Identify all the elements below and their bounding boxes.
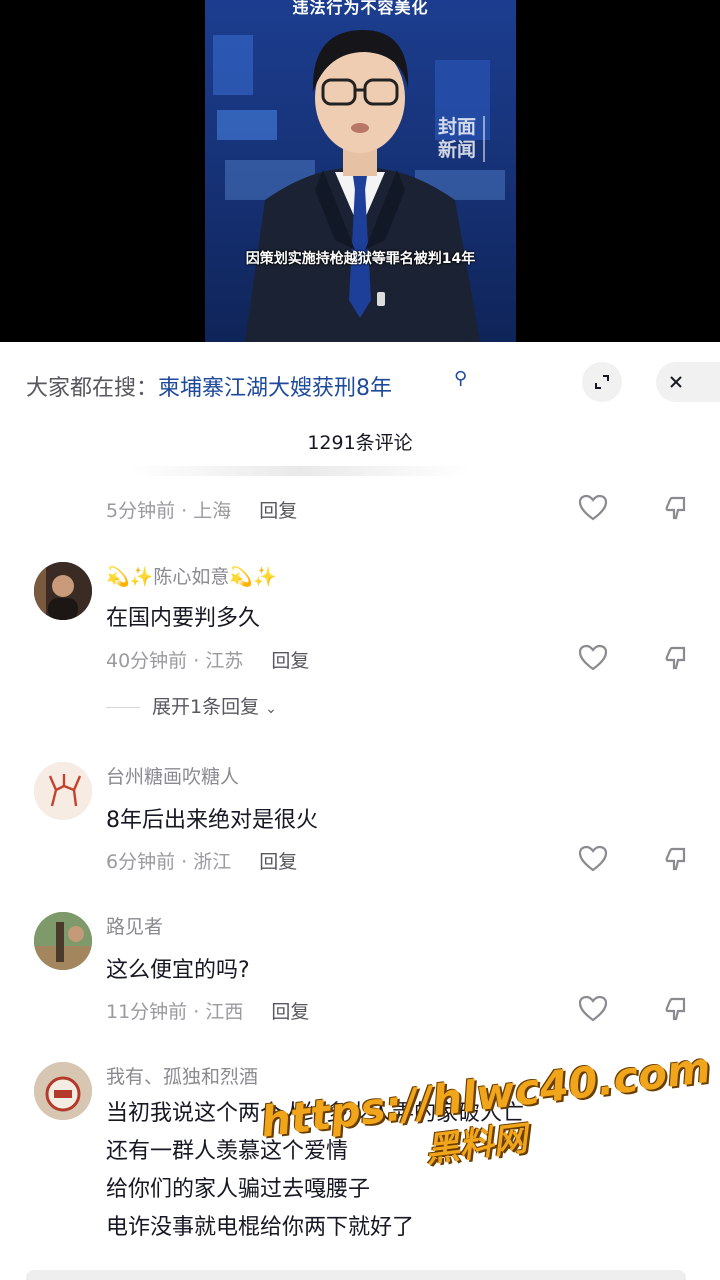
comment-meta: 40分钟前 · 江苏 回复 xyxy=(106,650,310,672)
comment-location: 江西 xyxy=(205,1001,244,1023)
like-heart-icon[interactable] xyxy=(578,845,608,873)
like-heart-icon[interactable] xyxy=(578,494,608,522)
reply-button[interactable]: 回复 xyxy=(271,650,309,672)
video-caption-bottom: 因策划实施持枪越狱等罪名被判14年 xyxy=(245,251,476,267)
comment-text: 在国内要判多久 xyxy=(106,606,261,631)
comment-time: 5分钟前 xyxy=(106,500,176,522)
trending-search-prefix: 大家都在搜： xyxy=(26,376,159,401)
avatar-image xyxy=(34,912,92,970)
like-heart-icon[interactable] xyxy=(578,644,608,672)
avatar[interactable] xyxy=(34,1062,92,1120)
trending-search-query[interactable]: 柬埔寨江湖大嫂获刑8年 xyxy=(158,376,392,401)
like-heart-icon[interactable] xyxy=(578,995,608,1023)
comment-count-title: 1291条评论 xyxy=(307,432,413,454)
trending-search-link[interactable]: 大家都在搜：柬埔寨江湖大嫂获刑8年 xyxy=(26,370,392,402)
search-icon[interactable]: ⚲ xyxy=(454,368,467,389)
comment-username[interactable]: 台州糖画吹糖人 xyxy=(106,762,239,789)
news-anchor-figure xyxy=(245,30,480,342)
avatar-image xyxy=(34,562,92,620)
comment-username[interactable]: 💫✨陈心如意💫✨ xyxy=(106,562,277,589)
comment-location: 上海 xyxy=(193,500,232,522)
reply-button[interactable]: 回复 xyxy=(259,851,297,873)
video-player[interactable]: 违法行为不容美化 封面新闻 因策划实施持枪越狱等罪名被判14年 xyxy=(0,0,720,342)
expand-replies-button[interactable]: 展开1条回复 ⌄ xyxy=(106,692,277,719)
avatar[interactable] xyxy=(34,912,92,970)
avatar[interactable] xyxy=(34,762,92,820)
avatar[interactable] xyxy=(34,562,92,620)
comment-time: 40分钟前 xyxy=(106,650,188,672)
comment-meta: 11分钟前 · 江西 回复 xyxy=(106,1001,310,1023)
reply-button[interactable]: 回复 xyxy=(271,1001,309,1023)
dislike-icon[interactable] xyxy=(662,995,692,1023)
comment-meta: 6分钟前 · 浙江 回复 xyxy=(106,851,298,873)
expand-button[interactable] xyxy=(582,362,622,402)
comment-input-bar[interactable] xyxy=(26,1270,686,1280)
video-caption-top: 违法行为不容美化 xyxy=(292,0,429,17)
avatar-image xyxy=(34,1062,92,1120)
dislike-icon[interactable] xyxy=(662,644,692,672)
close-button[interactable] xyxy=(656,362,720,402)
comment-username[interactable]: 路见者 xyxy=(106,912,163,939)
partial-comment-text xyxy=(130,466,470,476)
expand-icon xyxy=(595,375,609,389)
trending-search-bar[interactable]: 大家都在搜：柬埔寨江湖大嫂获刑8年 ⚲ xyxy=(0,362,720,408)
chevron-down-icon: ⌄ xyxy=(265,701,277,717)
dislike-icon[interactable] xyxy=(662,494,692,522)
comment-time: 6分钟前 xyxy=(106,851,176,873)
comment-text: 8年后出来绝对是很火 xyxy=(106,808,318,833)
comment-time: 11分钟前 xyxy=(106,1001,188,1023)
comment-meta: 5分钟前 · 上海 回复 xyxy=(106,500,298,522)
reply-button[interactable]: 回复 xyxy=(259,500,297,522)
comment-location: 浙江 xyxy=(193,851,232,873)
comment-text-line: 电诈没事就电棍给你两下就好了 xyxy=(106,1215,415,1240)
expand-replies-label: 展开1条回复 xyxy=(152,696,260,718)
divider xyxy=(106,707,140,708)
comment-text: 这么便宜的吗? xyxy=(106,958,250,983)
close-icon xyxy=(670,376,682,388)
avatar-image xyxy=(34,762,92,820)
news-video-frame[interactable]: 违法行为不容美化 封面新闻 因策划实施持枪越狱等罪名被判14年 xyxy=(205,0,516,342)
dislike-icon[interactable] xyxy=(662,845,692,873)
comment-location: 江苏 xyxy=(205,650,244,672)
comment-username[interactable]: 我有、孤独和烈酒 xyxy=(106,1062,258,1089)
news-logo: 封面新闻 xyxy=(431,116,485,162)
